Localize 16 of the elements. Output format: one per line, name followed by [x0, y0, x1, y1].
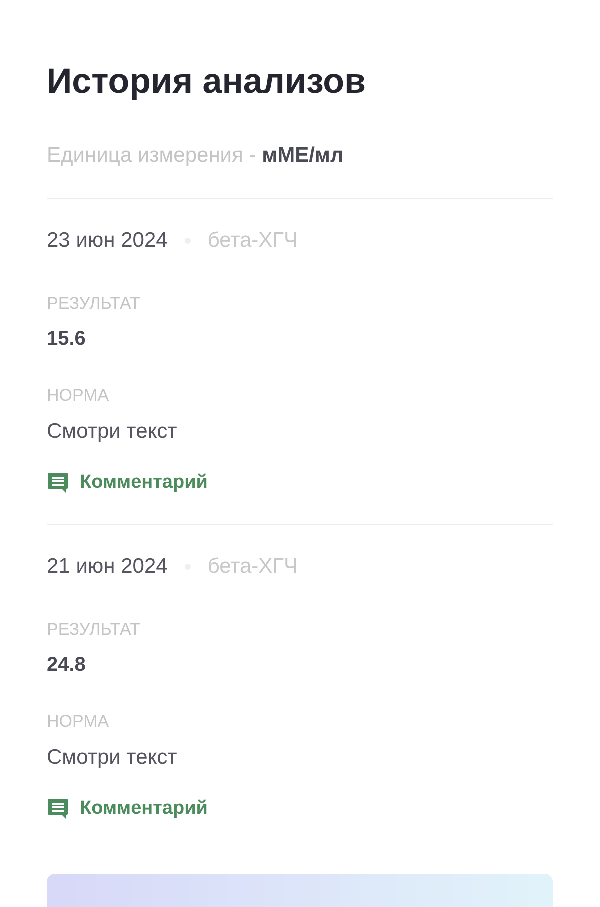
- result-label: РЕЗУЛЬТАТ: [47, 294, 140, 314]
- norm-label: НОРМА: [47, 386, 110, 406]
- result-label: РЕЗУЛЬТАТ: [47, 620, 140, 640]
- norm-value: Смотри текст: [47, 746, 178, 770]
- norm-label: НОРМА: [47, 712, 110, 732]
- test-date: 21 июн 2024: [47, 555, 168, 579]
- comment-link[interactable]: Комментарий: [80, 797, 208, 821]
- comment-link[interactable]: Комментарий: [80, 471, 208, 495]
- unit-text: Единица измерения - мМЕ/мл: [47, 144, 344, 167]
- test-date: 23 июн 2024: [47, 229, 168, 253]
- page-title: История анализов: [47, 62, 366, 102]
- comment-icon: [47, 798, 69, 820]
- comment-icon: [47, 472, 69, 494]
- norm-value: Смотри текст: [47, 420, 178, 444]
- result-value: 15.6: [47, 327, 86, 351]
- result-value: 24.8: [47, 653, 86, 677]
